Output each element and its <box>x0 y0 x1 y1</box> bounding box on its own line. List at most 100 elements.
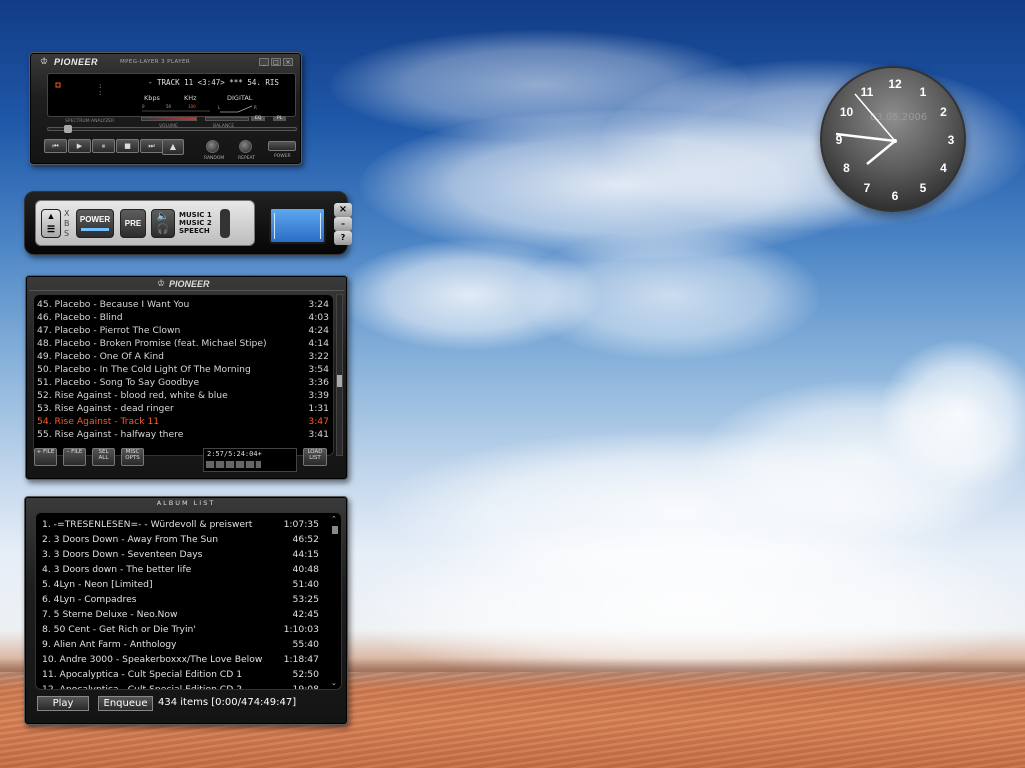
eject-button[interactable]: ▲ <box>162 139 184 155</box>
playlist-row[interactable]: 46. Placebo - Blind 4:03 <box>37 311 329 324</box>
eq-toggle[interactable]: EQ <box>251 116 266 121</box>
x-label: X <box>64 209 70 218</box>
album-footer: Play Enqueue 434 items [0:00/474:49:47] <box>35 696 339 712</box>
player-titlebar[interactable]: ♔ PIONEER MPEG-LAYER 3 PLAYER _ □ × <box>34 56 297 70</box>
album-row[interactable]: 7. 5 Sterne Deluxe - Neo.Now 42:45 <box>42 607 319 622</box>
album-row[interactable]: 12. Apocalyptica - Cult Special Edition … <box>42 682 319 689</box>
album-list[interactable]: 1. -=TRESENLESEN=- - Würdevoll & preiswe… <box>35 512 342 690</box>
album-scrollbar[interactable]: ⌃ ⌄ <box>331 515 339 687</box>
minimize-button[interactable]: _ <box>259 58 269 66</box>
album-row[interactable]: 3. 3 Doors Down - Seventeen Days 44:15 <box>42 547 319 562</box>
album-row[interactable]: 5. 4Lyn - Neon [Limited] 51:40 <box>42 577 319 592</box>
dsp-control-window[interactable]: ▲ ☰ X B S POWER PRE 🔈 🎧 MUSIC 1 MUSIC 2 SP… <box>24 191 352 255</box>
album-row[interactable]: 11. Apocalyptica - Cult Special Edition … <box>42 667 319 682</box>
album-play-button[interactable]: Play <box>37 696 89 711</box>
mode-music1[interactable]: MUSIC 1 <box>179 211 212 219</box>
album-row[interactable]: 1. -=TRESENLESEN=- - Würdevoll & preiswe… <box>42 517 319 532</box>
album-row[interactable]: 6. 4Lyn - Compadres 53:25 <box>42 592 319 607</box>
pause-button[interactable]: ⏸ <box>92 139 115 153</box>
shade-button[interactable]: □ <box>271 58 281 66</box>
playlist-row[interactable]: 53. Rise Against - dead ringer 1:31 <box>37 402 329 415</box>
previous-button[interactable]: ⏮ <box>44 139 67 153</box>
playlist-row-current[interactable]: 54. Rise Against - Track 11 3:47 <box>37 415 329 428</box>
playlist-track-title: 46. Placebo - Blind <box>37 312 123 323</box>
random-knob[interactable] <box>206 140 219 153</box>
power-indicator <box>81 228 109 231</box>
play-button[interactable]: ▶ <box>68 139 91 153</box>
album-title: 11. Apocalyptica - Cult Special Edition … <box>42 669 243 680</box>
player-display: : : - TRACK 11 <3:47> *** 54. RIS Kbps K… <box>47 73 296 117</box>
dsp-power-label: POWER <box>79 215 111 224</box>
playlist-row[interactable]: 55. Rise Against - halfway there 3:41 <box>37 428 329 441</box>
xbs-labels: X B S <box>64 209 70 239</box>
album-row[interactable]: 10. Andre 3000 - Speakerboxxx/The Love B… <box>42 652 319 667</box>
album-scroll-thumb[interactable] <box>332 526 338 534</box>
select-all-button[interactable]: SEL ALL <box>92 448 115 466</box>
playlist-titlebar[interactable]: ♔ PIONEER <box>29 278 344 291</box>
playlist-row[interactable]: 48. Placebo - Broken Promise (feat. Mich… <box>37 337 329 350</box>
album-duration: 1:18:47 <box>283 654 319 665</box>
playlist-row[interactable]: 45. Placebo - Because I Want You 3:24 <box>37 298 329 311</box>
mini-transport[interactable] <box>206 461 261 468</box>
playlist-row[interactable]: 47. Placebo - Pierrot The Clown 4:24 <box>37 324 329 337</box>
playlist-row[interactable]: 50. Placebo - In The Cold Light Of The M… <box>37 363 329 376</box>
album-list-window[interactable]: ALBUM LIST 1. -=TRESENLESEN=- - Würdevol… <box>24 496 348 725</box>
clock-gadget[interactable]: 12 1 2 3 4 5 6 7 8 9 10 11 03.05.2006 <box>820 66 966 212</box>
album-row[interactable]: 9. Alien Ant Farm - Anthology 55:40 <box>42 637 319 652</box>
pioneer-logo-icon: ♔ <box>157 279 166 289</box>
playlist-track-time: 4:24 <box>308 325 329 336</box>
album-row[interactable]: 4. 3 Doors down - The better life 40:48 <box>42 562 319 577</box>
playlist-window[interactable]: ♔ PIONEER 45. Placebo - Because I Want Y… <box>25 275 348 480</box>
seek-knob[interactable] <box>64 125 72 133</box>
load-list-button[interactable]: LOAD LIST <box>303 448 327 466</box>
scroll-up-icon[interactable]: ⌃ <box>331 515 337 523</box>
scroll-down-icon[interactable]: ⌄ <box>331 679 337 687</box>
speaker-headphone-button[interactable]: 🔈 🎧 <box>151 209 175 238</box>
repeat-knob[interactable] <box>239 140 252 153</box>
mode-speech[interactable]: SPEECH <box>179 227 210 235</box>
balance-slider[interactable] <box>205 117 249 121</box>
pre-button[interactable]: PRE <box>120 209 146 238</box>
player-brand: PIONEER <box>54 57 99 67</box>
album-enqueue-button[interactable]: Enqueue <box>98 696 153 711</box>
playlist-row[interactable]: 49. Placebo - One Of A Kind 3:22 <box>37 350 329 363</box>
seek-bar[interactable] <box>47 125 297 133</box>
playlist-scrollbar[interactable] <box>336 294 343 456</box>
mode-music2[interactable]: MUSIC 2 <box>179 219 212 227</box>
misc-options-button[interactable]: MISC OPTS <box>121 448 144 466</box>
dsp-power-button[interactable]: POWER <box>76 209 114 238</box>
volume-slider[interactable] <box>141 117 197 121</box>
next-button[interactable]: ⏭ <box>140 139 163 153</box>
repeat-label: REPEAT <box>238 156 256 161</box>
random-label: RANDOM <box>204 156 225 161</box>
album-title: 10. Andre 3000 - Speakerboxxx/The Love B… <box>42 654 263 665</box>
stop-button[interactable]: ■ <box>116 139 139 153</box>
playlist-list[interactable]: 45. Placebo - Because I Want You 3:24 46. … <box>33 294 334 456</box>
album-duration: 1:10:03 <box>283 624 319 635</box>
mp3-player-window[interactable]: ♔ PIONEER MPEG-LAYER 3 PLAYER _ □ × : : … <box>29 52 302 165</box>
album-title: 4. 3 Doors down - The better life <box>42 564 192 575</box>
b-label: B <box>64 219 70 228</box>
power-button[interactable] <box>268 141 296 151</box>
mode-selector[interactable] <box>220 209 230 238</box>
playlist-track-time: 3:47 <box>308 416 329 427</box>
playlist-scroll-thumb[interactable] <box>337 375 342 387</box>
svg-text:R: R <box>254 105 257 110</box>
dsp-menu-button[interactable]: ▲ ☰ <box>41 209 61 238</box>
close-button[interactable]: × <box>283 58 293 66</box>
remove-file-button[interactable]: – FILE <box>63 448 86 466</box>
pioneer-logo-icon: ♔ <box>40 57 49 67</box>
dsp-close-button[interactable]: × <box>334 203 352 217</box>
pl-toggle[interactable]: PL <box>273 116 287 121</box>
playlist-buttons: + FILE – FILE SEL ALL MISC OPTS <box>34 448 144 466</box>
playlist-row[interactable]: 51. Placebo - Song To Say Goodbye 3:36 <box>37 376 329 389</box>
album-row[interactable]: 2. 3 Doors Down - Away From The Sun 46:52 <box>42 532 319 547</box>
bracket-left-icon <box>274 213 277 239</box>
album-row[interactable]: 8. 50 Cent - Get Rich or Die Tryin' 1:10:… <box>42 622 319 637</box>
playlist-row[interactable]: 52. Rise Against - blood red, white & bl… <box>37 389 329 402</box>
playlist-track-title: 45. Placebo - Because I Want You <box>37 299 190 310</box>
add-file-button[interactable]: + FILE <box>34 448 57 466</box>
dsp-minimize-button[interactable]: – <box>334 217 352 231</box>
dsp-help-button[interactable]: ? <box>334 231 352 245</box>
playlist-track-title: 52. Rise Against - blood red, white & bl… <box>37 390 228 401</box>
